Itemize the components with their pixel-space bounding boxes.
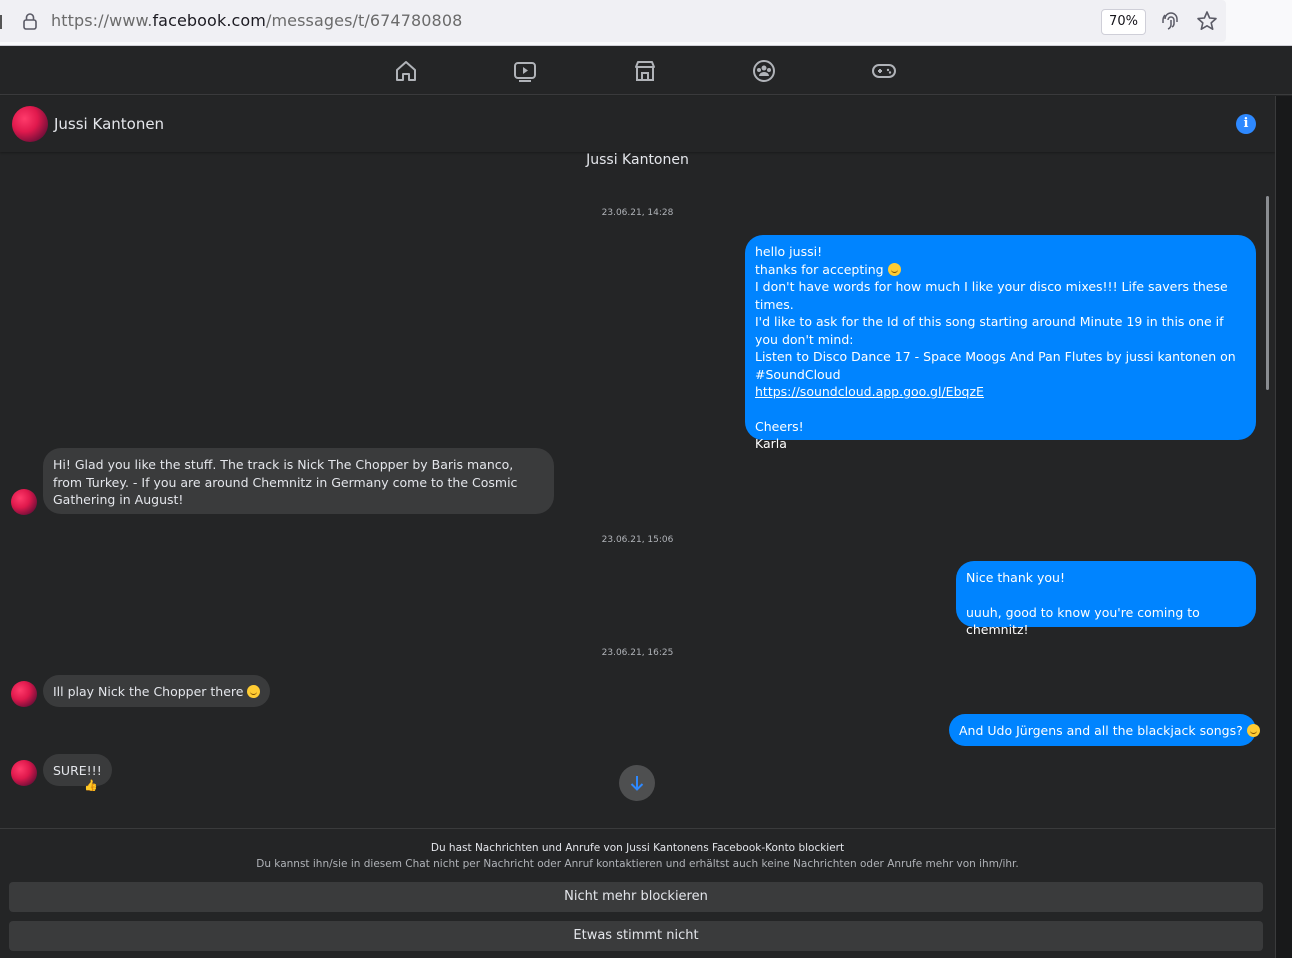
right-panel-edge — [1275, 96, 1292, 958]
message-outgoing[interactable]: Nice thank you! uuuh, good to know you'r… — [956, 561, 1256, 637]
message-line: Nice thank you! — [966, 570, 1065, 585]
watch-icon[interactable] — [511, 57, 539, 85]
scrollbar[interactable] — [1266, 196, 1269, 390]
message-line: I'd like to ask for the Id of this song … — [755, 314, 1224, 347]
blocked-notice: Du hast Nachrichten und Anrufe von Jussi… — [0, 828, 1275, 958]
url-domain: facebook.com — [152, 11, 266, 30]
laughing-emoji-icon — [1246, 724, 1260, 737]
timestamp: 23.06.21, 16:25 — [601, 648, 674, 658]
lock-icon[interactable] — [22, 12, 38, 30]
bookmark-star-icon[interactable] — [1196, 10, 1218, 32]
chat-header: Jussi Kantonen i — [0, 96, 1275, 152]
report-problem-button[interactable]: Etwas stimmt nicht — [9, 921, 1263, 951]
unblock-button[interactable]: Nicht mehr blockieren — [9, 882, 1263, 912]
timestamp: 23.06.21, 14:28 — [601, 208, 674, 218]
message-outgoing[interactable]: hello jussi! thanks for accepting I don'… — [745, 235, 1256, 451]
fingerprint-icon[interactable] — [1160, 10, 1182, 32]
message-text: Ill play Nick the Chopper there — [53, 684, 244, 699]
blocked-title: Du hast Nachrichten und Anrufe von Jussi… — [430, 842, 845, 854]
message-line: Cheers! — [755, 418, 804, 434]
message-outgoing[interactable]: And Udo Jürgens and all the blackjack so… — [949, 714, 1260, 746]
browser-url-bar: https://www.facebook.com/messages/t/6747… — [0, 0, 1292, 46]
message-line: I don't have words for how much I like y… — [755, 279, 1228, 312]
scroll-to-bottom-button[interactable] — [619, 765, 655, 801]
info-icon[interactable]: i — [1236, 114, 1256, 134]
gaming-icon[interactable] — [870, 57, 898, 85]
message-incoming[interactable]: Ill play Nick the Chopper there — [43, 675, 271, 707]
home-icon[interactable] — [392, 57, 420, 85]
contact-name[interactable]: Jussi Kantonen — [54, 115, 164, 133]
blocked-subtitle: Du kannst ihn/sie in diesem Chat nicht p… — [256, 858, 1019, 870]
smile-emoji-icon — [247, 685, 261, 698]
message-incoming[interactable]: SURE!!! — [43, 754, 112, 786]
message-list: Jussi Kantonen 23.06.21, 14:28 hello jus… — [0, 152, 1275, 828]
url-field[interactable]: https://www.facebook.com/messages/t/6747… — [0, 0, 1226, 42]
avatar[interactable] — [11, 489, 37, 515]
marketplace-icon[interactable] — [631, 57, 659, 85]
message-incoming[interactable]: Hi! Glad you like the stuff. The track i… — [43, 448, 554, 514]
thumbs-up-reaction-icon[interactable]: 👍 — [84, 779, 98, 792]
avatar[interactable] — [11, 760, 37, 786]
zoom-indicator[interactable]: 70% — [1101, 9, 1146, 35]
message-line: thanks for accepting — [755, 261, 1246, 279]
url-path: /messages/t/674780808 — [265, 11, 463, 30]
message-text: thanks for accepting — [755, 261, 884, 277]
top-navigation — [0, 47, 1292, 95]
message-line: Karla — [755, 436, 787, 451]
message-line: uuuh, good to know you're coming to chem… — [966, 604, 1200, 638]
timestamp: 23.06.21, 15:06 — [601, 535, 674, 545]
message-line: hello jussi! — [755, 244, 823, 259]
message-text: And Udo Jürgens and all the blackjack so… — [959, 723, 1243, 738]
url-prefix: https://www. — [51, 11, 153, 30]
sidebar-edge-icon — [0, 15, 3, 29]
message-line: Listen to Disco Dance 17 - Space Moogs A… — [755, 349, 1236, 382]
avatar[interactable] — [12, 106, 48, 142]
url-text[interactable]: https://www.facebook.com/messages/t/6747… — [51, 11, 462, 30]
soundcloud-link[interactable]: https://soundcloud.app.goo.gl/EbqzE — [755, 384, 984, 399]
avatar[interactable] — [11, 681, 37, 707]
smile-emoji-icon — [887, 262, 901, 276]
arrow-down-icon — [630, 776, 644, 791]
chat-title: Jussi Kantonen — [586, 152, 689, 168]
groups-icon[interactable] — [750, 57, 778, 85]
